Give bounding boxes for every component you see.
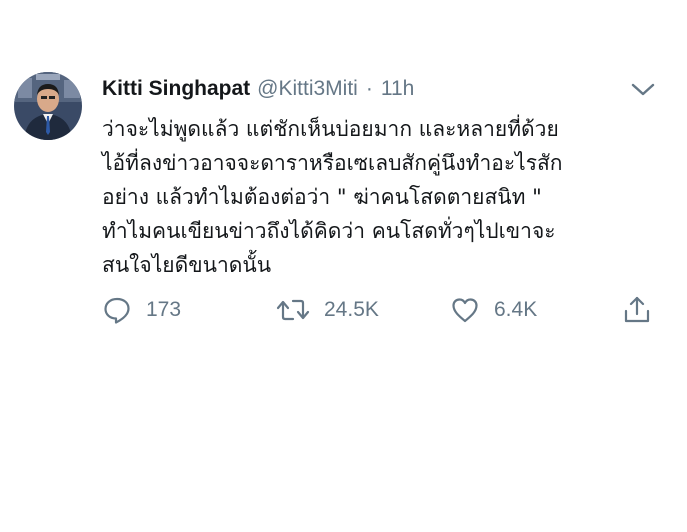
retweet-count: 24.5K xyxy=(324,298,379,321)
reply-button[interactable]: 173 xyxy=(102,290,181,330)
tweet-text-line: อย่าง แล้วทำไมต้องต่อว่า " ฆ่าคนโสดตายสน… xyxy=(102,185,542,209)
retweet-button[interactable]: 24.5K xyxy=(276,290,379,330)
like-count: 6.4K xyxy=(494,298,538,321)
reply-count: 173 xyxy=(146,298,182,321)
avatar-photo xyxy=(14,72,82,140)
author-name[interactable]: Kitti Singhapat xyxy=(102,77,250,101)
avatar[interactable] xyxy=(14,72,82,140)
tweet-actions: 173 24.5K 6.4K xyxy=(102,290,662,330)
share-upload-icon xyxy=(622,295,652,325)
chevron-down-icon[interactable] xyxy=(630,80,656,100)
speech-bubble-icon xyxy=(102,295,132,325)
heart-icon xyxy=(450,295,480,325)
tweet-header: Kitti Singhapat @Kitti3Miti · 11h xyxy=(102,73,657,105)
tweet: Kitti Singhapat @Kitti3Miti · 11h ว่าจะไ… xyxy=(0,0,687,532)
author-handle[interactable]: @Kitti3Miti xyxy=(257,77,358,101)
tweet-text-line: ไอ้ที่ลงข่าวอาจจะดาราหรือเซเลบสักคู่นึงท… xyxy=(102,151,563,175)
separator-dot: · xyxy=(365,77,373,100)
retweet-icon xyxy=(276,295,310,325)
share-button[interactable] xyxy=(622,290,652,330)
tweet-timestamp[interactable]: 11h xyxy=(381,77,414,101)
tweet-text-line: ว่าจะไม่พูดแล้ว แต่ชักเห็นบ่อยมาก และหลา… xyxy=(102,117,559,141)
like-button[interactable]: 6.4K xyxy=(450,290,537,330)
tweet-text: ว่าจะไม่พูดแล้ว แต่ชักเห็นบ่อยมาก และหลา… xyxy=(102,112,662,282)
tweet-text-line: สนใจไยดีขนาดนั้น xyxy=(102,253,272,277)
tweet-text-line: ทำไมคนเขียนข่าวถึงได้คิดว่า คนโสดทั่วๆไป… xyxy=(102,219,556,243)
